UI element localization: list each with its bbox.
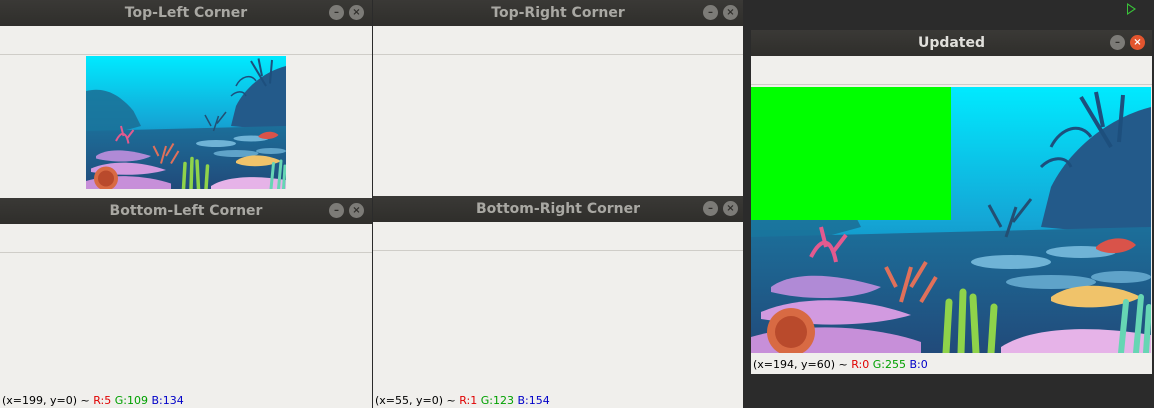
image-view[interactable] [86,255,286,388]
cursor-coords: (x=199, y=0) ~ [2,394,90,407]
close-icon[interactable]: × [723,5,738,20]
reef-image-top-left [86,56,286,189]
window-title: Updated [917,35,986,51]
minimize-icon[interactable]: – [329,203,344,218]
title-bar[interactable]: Top-Left Corner – × [0,0,372,26]
window-title: Top-Left Corner [124,5,248,21]
green-value: G:255 [872,358,906,371]
title-bar[interactable]: Bottom-Right Corner – × [373,196,743,222]
green-value: G:109 [114,394,148,407]
close-icon[interactable]: × [349,203,364,218]
window-top-right: Top-Right Corner – × [373,0,743,197]
cursor-coords: (x=55, y=0) ~ [375,394,456,407]
blue-value: B:134 [151,394,184,407]
status-bar: (x=55, y=0) ~ R:1 G:123 B:154 [375,394,550,407]
toolbar [751,56,1152,85]
image-view[interactable] [458,253,658,386]
reef-image-bottom-left [86,255,286,259]
toolbar [373,222,743,251]
minimize-icon[interactable]: – [703,5,718,20]
window-title: Top-Right Corner [491,5,625,21]
window-updated: Updated – × (x=194, y=60) ~ R:0 G:255 B:… [751,30,1152,374]
reef-image-updated [751,87,1151,353]
toolbar [0,224,372,253]
blue-value: B:154 [517,394,550,407]
title-bar[interactable]: Updated – × [751,30,1152,56]
red-value: R:0 [851,358,870,371]
image-view[interactable] [458,56,658,189]
status-bar: (x=199, y=0) ~ R:5 G:109 B:134 [2,394,184,407]
red-value: R:1 [459,394,478,407]
window-title: Bottom-Right Corner [476,201,640,217]
green-value: G:123 [480,394,514,407]
close-icon[interactable]: × [723,201,738,216]
minimize-icon[interactable]: – [329,5,344,20]
red-value: R:5 [93,394,112,407]
title-bar[interactable]: Bottom-Left Corner – × [0,198,372,224]
blue-value: B:0 [909,358,928,371]
toolbar [373,26,743,55]
cursor-coords: (x=194, y=60) ~ [753,358,848,371]
status-bar: (x=194, y=60) ~ R:0 G:255 B:0 [753,358,928,371]
reef-image-bottom-right [458,253,460,257]
close-icon[interactable]: × [349,5,364,20]
title-bar[interactable]: Top-Right Corner – × [373,0,743,26]
green-overlay-rect [751,87,951,220]
image-view[interactable] [751,87,1151,353]
play-icon[interactable] [1127,3,1136,15]
close-icon[interactable]: × [1130,35,1145,50]
toolbar [0,26,372,55]
minimize-icon[interactable]: – [703,201,718,216]
window-title: Bottom-Left Corner [109,203,263,219]
window-bottom-left: Bottom-Left Corner – × (x=199, y=0) ~ R:… [0,198,372,408]
minimize-icon[interactable]: – [1110,35,1125,50]
reef-image-top-right [458,56,460,189]
window-top-left: Top-Left Corner – × [0,0,372,200]
image-view[interactable] [86,56,286,189]
window-bottom-right: Bottom-Right Corner – × (x=55, y=0) ~ R:… [373,196,743,408]
